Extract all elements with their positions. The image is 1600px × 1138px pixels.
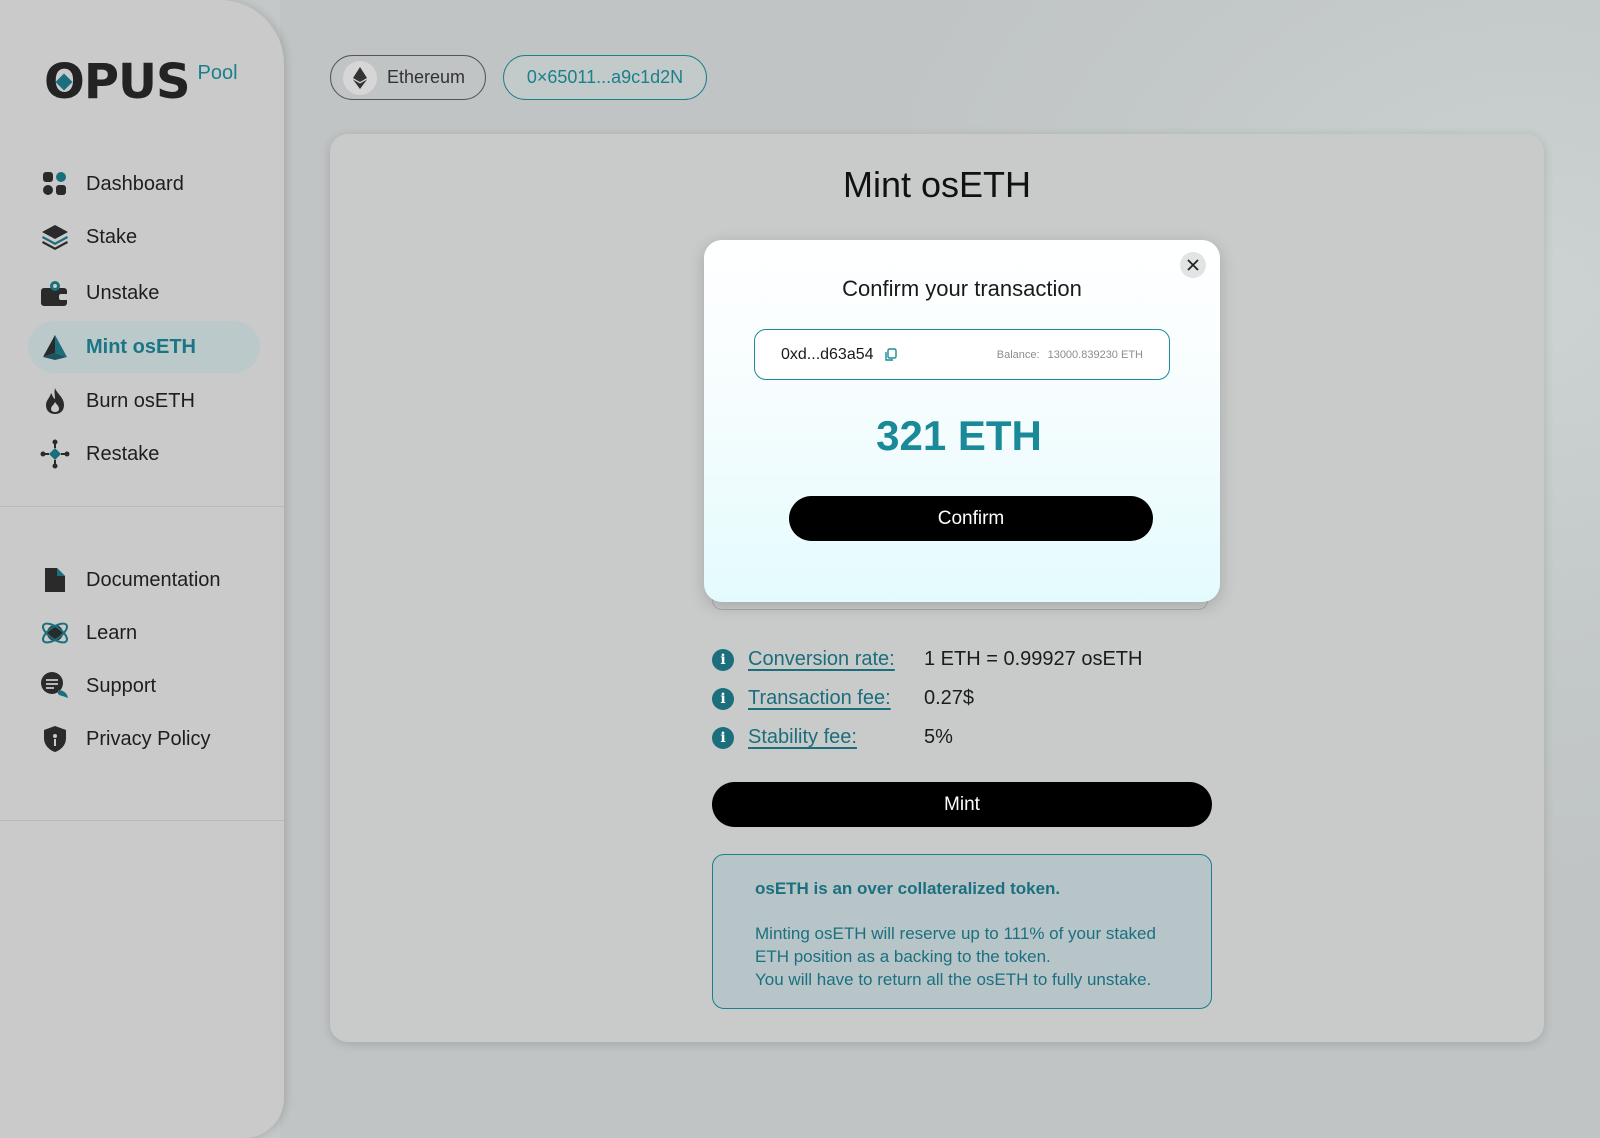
pyramid-icon — [40, 332, 70, 362]
network-label: Ethereum — [387, 67, 466, 87]
account-balance: Balance: 13000.839230 ETH — [997, 349, 1143, 361]
confirm-button[interactable]: Confirm — [789, 496, 1153, 541]
logo-pool-label: Pool — [197, 62, 238, 84]
chat-icon — [40, 671, 70, 701]
logo[interactable]: OPUS Pool — [44, 56, 238, 108]
logo-wordmark: OPUS — [44, 54, 191, 110]
info-value: 1 ETH = 0.99927 osETH — [924, 648, 1143, 670]
info-label[interactable]: Conversion rate: — [748, 648, 924, 671]
balance-label: Balance: — [996, 348, 1040, 361]
sidebar-item-restake[interactable]: Restake — [28, 428, 260, 480]
transaction-amount: 321 ETH — [876, 412, 1042, 459]
info-label[interactable]: Stability fee: — [748, 726, 924, 749]
sidebar-item-mint-oseth[interactable]: Mint osETH — [28, 321, 260, 373]
sidebar-item-label: Mint osETH — [86, 335, 196, 358]
sidebar-item-label: Dashboard — [86, 172, 184, 195]
notice-heading: osETH is an over collateralized token. — [755, 879, 1061, 898]
wallet-address-label: 0×65011...a9c1d2N — [526, 67, 684, 87]
info-value: 0.27$ — [924, 687, 975, 709]
sidebar-item-label: Stake — [86, 225, 138, 248]
sidebar-item-label: Unstake — [86, 281, 160, 304]
flame-icon — [40, 386, 70, 416]
sidebar-divider — [0, 506, 284, 507]
wallet-icon — [40, 278, 70, 308]
confirm-transaction-modal: Confirm your transaction 0xd...d63a54 Ba… — [704, 240, 1220, 602]
modal-title: Confirm your transaction — [842, 276, 1082, 301]
info-label[interactable]: Transaction fee: — [748, 687, 924, 710]
shield-icon — [40, 724, 70, 754]
account-address: 0xd...d63a54 — [781, 345, 874, 363]
close-icon — [1187, 259, 1199, 271]
sidebar-item-dashboard[interactable]: Dashboard — [28, 158, 260, 210]
sidebar-item-stake[interactable]: Stake — [28, 211, 260, 263]
sidebar-item-label: Burn osETH — [86, 389, 195, 412]
page-title: Mint osETH — [842, 164, 1032, 205]
info-icon[interactable]: i — [712, 648, 734, 671]
sidebar-divider — [0, 820, 284, 821]
collateral-notice: osETH is an over collateralized token. M… — [712, 854, 1212, 1009]
layers-icon — [40, 222, 70, 252]
copy-icon[interactable] — [884, 347, 897, 362]
info-row-conversion-rate: i Conversion rate: 1 ETH = 0.99927 osETH — [712, 640, 1212, 679]
sidebar-item-burn-oseth[interactable]: Burn osETH — [28, 375, 260, 427]
sidebar-item-unstake[interactable]: Unstake — [28, 267, 260, 319]
info-value: 5% — [924, 726, 953, 748]
balance-value: 13000.839230 ETH — [1047, 348, 1143, 361]
network-selector[interactable]: Ethereum — [330, 55, 486, 100]
info-row-stability-fee: i Stability fee: 5% — [712, 718, 1212, 757]
logo-o: O — [44, 56, 85, 108]
close-button[interactable] — [1180, 252, 1206, 278]
sidebar-item-label: Privacy Policy — [86, 727, 211, 750]
ethereum-icon — [343, 60, 377, 95]
notice-text: Minting osETH will reserve up to 111% of… — [755, 924, 1156, 966]
info-row-transaction-fee: i Transaction fee: 0.27$ — [712, 679, 1212, 718]
sidebar-item-label: Restake — [86, 442, 160, 465]
network-icon — [40, 439, 70, 469]
sidebar-item-privacy-policy[interactable]: Privacy Policy — [28, 713, 260, 765]
document-icon — [40, 565, 70, 595]
dashboard-icon — [40, 169, 70, 199]
sidebar-item-documentation[interactable]: Documentation — [28, 554, 260, 606]
main-nav: Dashboard Stake Unstake Mint osETH Burn … — [28, 158, 260, 481]
secondary-nav: Documentation Learn Support Privacy Poli… — [28, 554, 260, 766]
info-icon[interactable]: i — [712, 726, 734, 749]
sidebar-item-label: Documentation — [86, 568, 221, 591]
atom-icon — [40, 618, 70, 648]
logo-letters: PUS — [83, 54, 191, 110]
sidebar-item-support[interactable]: Support — [28, 660, 260, 712]
notice-text: You will have to return all the osETH to… — [755, 970, 1152, 989]
sidebar-item-learn[interactable]: Learn — [28, 607, 260, 659]
sidebar: OPUS Pool Dashboard Stake Unstake Mint — [0, 0, 284, 1138]
wallet-address-button[interactable]: 0×65011...a9c1d2N — [503, 55, 707, 100]
mint-button[interactable]: Mint — [712, 782, 1212, 827]
info-list: i Conversion rate: 1 ETH = 0.99927 osETH… — [712, 640, 1212, 757]
sidebar-item-label: Learn — [86, 621, 138, 644]
info-icon[interactable]: i — [712, 687, 734, 710]
sidebar-item-label: Support — [86, 674, 157, 697]
account-box: 0xd...d63a54 Balance: 13000.839230 ETH — [754, 329, 1170, 380]
